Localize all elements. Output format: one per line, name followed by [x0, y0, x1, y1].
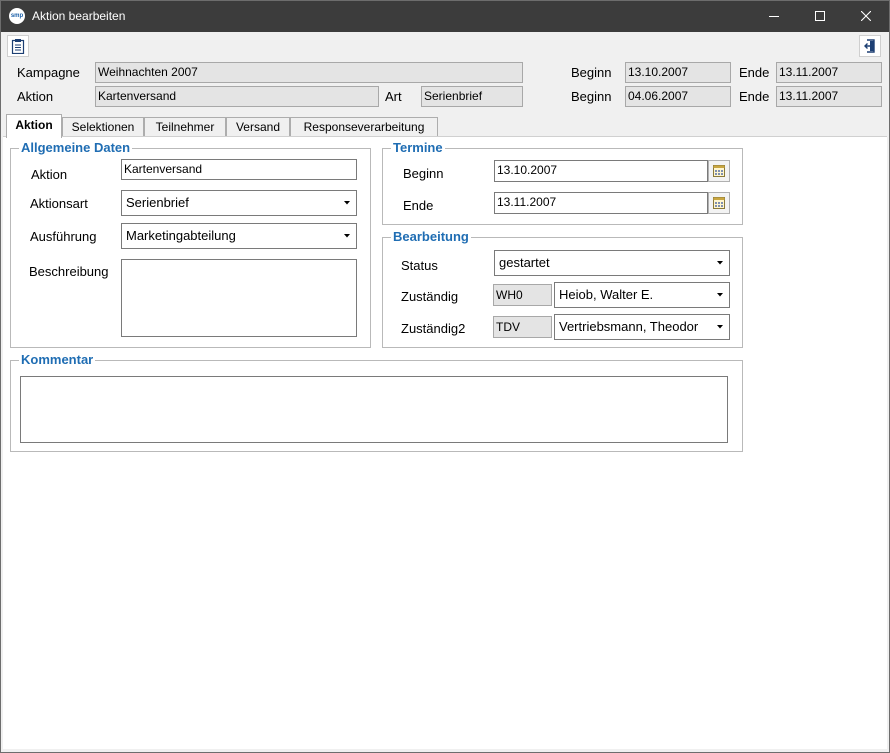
dropdown-button[interactable]	[338, 224, 356, 248]
zustaendig2-value: Vertriebsmann, Theodor	[559, 319, 699, 334]
ausfuehrung-value: Marketingabteilung	[126, 228, 236, 243]
termine-ende-label: Ende	[403, 198, 434, 213]
zustaendig2-label: Zuständig2	[401, 321, 466, 336]
kampagne-ende-field: 13.11.2007	[776, 62, 882, 83]
aktion-beginn-label: Beginn	[571, 89, 612, 104]
status-label: Status	[401, 258, 438, 273]
kampagne-beginn-field: 13.10.2007	[625, 62, 731, 83]
tab-teilnehmer[interactable]: Teilnehmer	[144, 117, 226, 137]
status-value: gestartet	[499, 255, 550, 270]
chevron-down-icon	[717, 325, 723, 329]
minimize-button[interactable]	[751, 1, 797, 32]
kommentar-textarea[interactable]	[20, 376, 728, 443]
clipboard-button[interactable]	[7, 35, 29, 57]
bearbeitung-legend: Bearbeitung	[391, 229, 471, 245]
zustaendig2-code-field: TDV	[493, 316, 552, 338]
aktion-label: Aktion	[31, 167, 68, 182]
aktion-header-field: Kartenversand	[95, 86, 379, 107]
tab-content-aktion: Allgemeine Daten Aktion Kartenversand Ak…	[3, 136, 887, 749]
kampagne-ende-label: Ende	[739, 65, 770, 80]
ende-calendar-button[interactable]	[708, 192, 730, 214]
zustaendig-value: Heiob, Walter E.	[559, 287, 654, 302]
dropdown-button[interactable]	[711, 283, 729, 307]
chevron-down-icon	[717, 293, 723, 297]
calendar-icon	[713, 165, 725, 177]
exit-icon	[864, 39, 875, 53]
tab-versand[interactable]: Versand	[226, 117, 290, 137]
aktionsart-select[interactable]: Serienbrief	[121, 190, 357, 216]
dialog-window: smp Aktion bearbeiten Kampagne Weihnacht…	[0, 0, 890, 753]
close-icon	[861, 11, 871, 21]
termine-legend: Termine	[391, 140, 445, 156]
kampagne-label: Kampagne	[17, 65, 80, 80]
aktion-header-label: Aktion	[17, 89, 54, 104]
aktion-input[interactable]: Kartenversand	[121, 159, 357, 180]
bearbeitung-group: Bearbeitung Status gestartet Zuständig W…	[382, 229, 743, 348]
art-field: Serienbrief	[421, 86, 523, 107]
termine-group: Termine Beginn 13.10.2007 Ende 13.11.200…	[382, 140, 743, 225]
tab-aktion[interactable]: Aktion	[6, 114, 62, 138]
tab-selektionen[interactable]: Selektionen	[62, 117, 144, 137]
kampagne-field: Weihnachten 2007	[95, 62, 523, 83]
chevron-down-icon	[717, 261, 723, 265]
zustaendig-select[interactable]: Heiob, Walter E.	[554, 282, 730, 308]
calendar-icon	[713, 197, 725, 209]
title-bar[interactable]: smp Aktion bearbeiten	[1, 1, 889, 32]
zustaendig-code-field: WH0	[493, 284, 552, 306]
window-title: Aktion bearbeiten	[32, 9, 126, 23]
aktionsart-label: Aktionsart	[30, 196, 88, 211]
tab-responseverarbeitung[interactable]: Responseverarbeitung	[290, 117, 438, 137]
allgemeine-daten-legend: Allgemeine Daten	[19, 140, 133, 156]
maximize-button[interactable]	[797, 1, 843, 32]
dropdown-button[interactable]	[338, 191, 356, 215]
maximize-icon	[815, 11, 825, 21]
status-select[interactable]: gestartet	[494, 250, 730, 276]
art-label: Art	[385, 89, 402, 104]
zustaendig2-select[interactable]: Vertriebsmann, Theodor	[554, 314, 730, 340]
beginn-calendar-button[interactable]	[708, 160, 730, 182]
zustaendig-label: Zuständig	[401, 289, 459, 304]
close-button[interactable]	[843, 1, 889, 32]
aktion-ende-label: Ende	[739, 89, 770, 104]
termine-beginn-label: Beginn	[403, 166, 444, 181]
aktion-beginn-field: 04.06.2007	[625, 86, 731, 107]
exit-button[interactable]	[859, 35, 881, 57]
beschreibung-label: Beschreibung	[29, 264, 109, 279]
minimize-icon	[769, 16, 779, 17]
ausfuehrung-label: Ausführung	[30, 229, 97, 244]
aktion-ende-field: 13.11.2007	[776, 86, 882, 107]
app-logo-icon: smp	[9, 8, 25, 24]
clipboard-icon	[11, 39, 25, 54]
chevron-down-icon	[344, 201, 350, 205]
allgemeine-daten-group: Allgemeine Daten Aktion Kartenversand Ak…	[10, 140, 371, 348]
dropdown-button[interactable]	[711, 251, 729, 275]
kommentar-legend: Kommentar	[19, 352, 96, 368]
termine-beginn-input[interactable]: 13.10.2007	[494, 160, 708, 182]
ausfuehrung-select[interactable]: Marketingabteilung	[121, 223, 357, 249]
kampagne-beginn-label: Beginn	[571, 65, 612, 80]
chevron-down-icon	[344, 234, 350, 238]
kommentar-group: Kommentar	[10, 352, 743, 452]
aktionsart-value: Serienbrief	[126, 195, 189, 210]
termine-ende-input[interactable]: 13.11.2007	[494, 192, 708, 214]
beschreibung-textarea[interactable]	[121, 259, 357, 337]
dropdown-button[interactable]	[711, 315, 729, 339]
